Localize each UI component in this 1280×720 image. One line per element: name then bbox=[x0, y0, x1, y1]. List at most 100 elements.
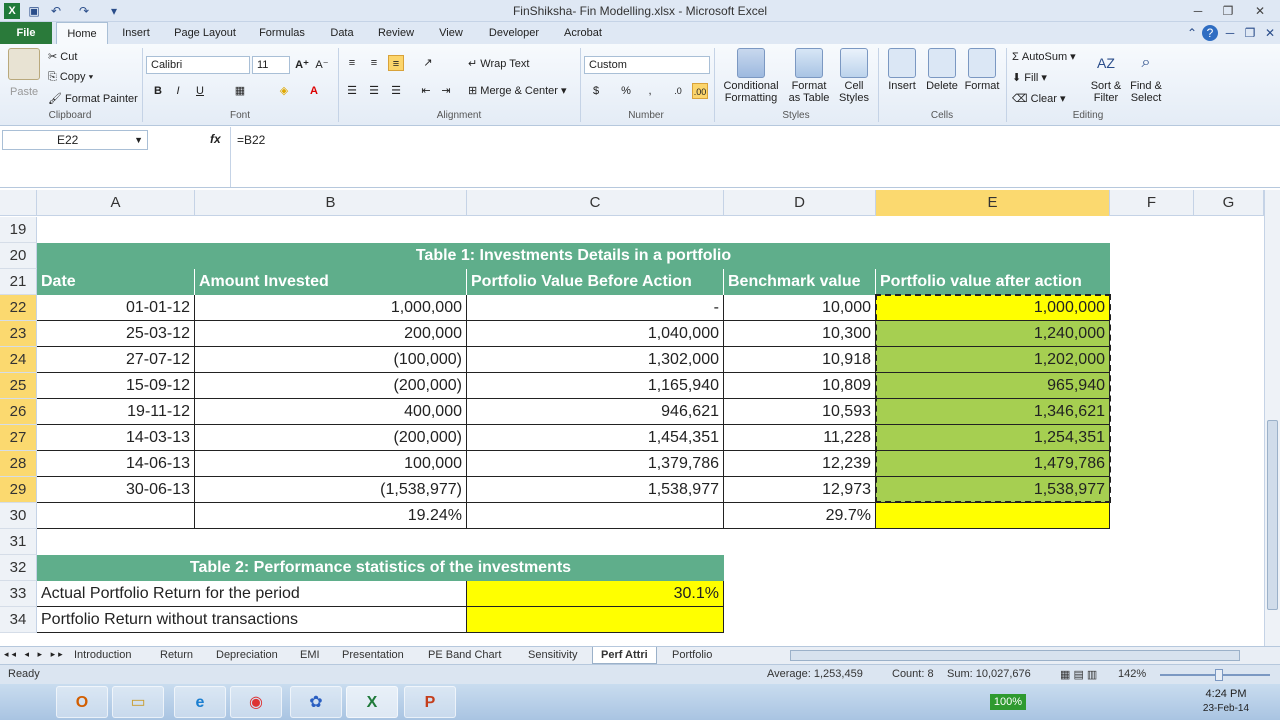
bold-icon[interactable]: B bbox=[150, 83, 166, 99]
table2-title[interactable]: Table 2: Performance statistics of the i… bbox=[37, 555, 724, 581]
table-cell[interactable]: 01-01-12 bbox=[37, 295, 195, 321]
tab-home[interactable]: Home bbox=[56, 22, 108, 44]
table-cell[interactable]: (1,538,977) bbox=[195, 477, 467, 503]
row-header[interactable]: 27 bbox=[0, 425, 37, 451]
table1-title[interactable]: Table 1: Investments Details in a portfo… bbox=[37, 243, 1110, 269]
table-cell[interactable]: 10,918 bbox=[724, 347, 876, 373]
column-header[interactable]: G bbox=[1194, 190, 1264, 216]
paste-button[interactable]: Paste bbox=[4, 48, 44, 98]
vertical-scrollbar[interactable] bbox=[1264, 190, 1280, 646]
percent-icon[interactable]: % bbox=[618, 83, 634, 99]
doc-restore-icon[interactable]: ❐ bbox=[1242, 25, 1258, 41]
fill-color-icon[interactable]: ◈ bbox=[276, 83, 292, 99]
underline-icon[interactable]: U bbox=[192, 83, 208, 99]
row-header[interactable]: 32 bbox=[0, 555, 37, 581]
ribbon-minimize-icon[interactable]: ⌃ bbox=[1184, 25, 1200, 41]
table-cell[interactable]: 200,000 bbox=[195, 321, 467, 347]
table-cell[interactable]: 1,538,977 bbox=[876, 477, 1110, 503]
table-cell[interactable]: (200,000) bbox=[195, 373, 467, 399]
select-all-corner[interactable] bbox=[0, 190, 37, 216]
doc-close-icon[interactable]: ✕ bbox=[1262, 25, 1278, 41]
row-header[interactable]: 23 bbox=[0, 321, 37, 347]
table-cell[interactable]: (200,000) bbox=[195, 425, 467, 451]
table-cell[interactable]: 1,379,786 bbox=[467, 451, 724, 477]
zoom-slider-thumb[interactable] bbox=[1215, 669, 1223, 681]
sheet-tab[interactable]: Introduction bbox=[66, 647, 139, 664]
table-cell[interactable]: 14-06-13 bbox=[37, 451, 195, 477]
tab-acrobat[interactable]: Acrobat bbox=[556, 22, 610, 44]
return-without-transactions-value[interactable] bbox=[467, 607, 724, 633]
minimize-icon[interactable]: ─ bbox=[1184, 2, 1212, 20]
column-header[interactable]: F bbox=[1110, 190, 1194, 216]
decrease-indent-icon[interactable]: ⇤ bbox=[418, 83, 434, 99]
table-cell[interactable]: 1,254,351 bbox=[876, 425, 1110, 451]
sheet-tab[interactable]: Sensitivity bbox=[520, 647, 586, 664]
actual-return-label[interactable]: Actual Portfolio Return for the period bbox=[37, 581, 467, 607]
align-center-icon[interactable]: ☰ bbox=[366, 83, 382, 99]
table-cell[interactable]: 1,346,621 bbox=[876, 399, 1110, 425]
font-color-icon[interactable]: A bbox=[306, 83, 322, 99]
merge-center-button[interactable]: ⊞ Merge & Center ▾ bbox=[468, 84, 567, 97]
return-without-transactions-label[interactable]: Portfolio Return without transactions bbox=[37, 607, 467, 633]
outlook-icon[interactable]: O bbox=[56, 686, 108, 718]
conditional-formatting-button[interactable]: Conditional Formatting bbox=[720, 48, 782, 104]
clock-date[interactable]: 23-Feb-14 bbox=[1196, 703, 1256, 714]
table-cell[interactable]: 1,165,940 bbox=[467, 373, 724, 399]
row-header[interactable]: 25 bbox=[0, 373, 37, 399]
align-right-icon[interactable]: ☰ bbox=[388, 83, 404, 99]
align-top-icon[interactable]: ≡ bbox=[344, 55, 360, 71]
sheet-tab[interactable]: Portfolio bbox=[664, 647, 720, 664]
delete-cells-button[interactable]: Delete bbox=[922, 48, 962, 92]
tab-page-layout[interactable]: Page Layout bbox=[166, 22, 244, 44]
cell-styles-button[interactable]: Cell Styles bbox=[836, 48, 872, 104]
align-left-icon[interactable]: ☰ bbox=[344, 83, 360, 99]
sheet-nav-icons[interactable]: ◂◂ ◂ ▸ ▸▸ bbox=[4, 649, 66, 660]
format-cells-button[interactable]: Format bbox=[962, 48, 1002, 92]
table-cell[interactable]: 400,000 bbox=[195, 399, 467, 425]
row-header[interactable]: 24 bbox=[0, 347, 37, 373]
row-header[interactable]: 31 bbox=[0, 529, 37, 555]
view-buttons[interactable]: ▦ ▤ ▥ bbox=[1060, 668, 1097, 681]
row-header[interactable]: 19 bbox=[0, 217, 37, 243]
sheet-tab[interactable]: Perf Attri bbox=[592, 647, 657, 664]
column-header[interactable]: C bbox=[467, 190, 724, 216]
horizontal-scrollbar[interactable] bbox=[790, 650, 1240, 661]
powerpoint-icon[interactable]: P bbox=[404, 686, 456, 718]
comma-icon[interactable]: , bbox=[642, 83, 658, 99]
actual-return-value[interactable]: 30.1% bbox=[467, 581, 724, 607]
insert-cells-button[interactable]: Insert bbox=[882, 48, 922, 92]
battery-indicator[interactable]: 100% bbox=[990, 694, 1026, 710]
column-header[interactable]: A bbox=[37, 190, 195, 216]
font-size-combo[interactable]: 11 bbox=[252, 56, 290, 74]
app-icon[interactable]: ✿ bbox=[290, 686, 342, 718]
find-select-button[interactable]: ⌕ Find & Select bbox=[1126, 48, 1166, 104]
format-painter-button[interactable]: 🖌 Format Painter bbox=[48, 92, 138, 105]
orientation-icon[interactable]: ↗ bbox=[420, 55, 436, 71]
sheet-tab[interactable]: EMI bbox=[292, 647, 328, 664]
column-header[interactable]: E bbox=[876, 190, 1110, 216]
sheet-tab[interactable]: Presentation bbox=[334, 647, 412, 664]
row-header[interactable]: 21 bbox=[0, 269, 37, 295]
folder-icon[interactable]: ▭ bbox=[112, 686, 164, 718]
shrink-font-icon[interactable]: A⁻ bbox=[314, 57, 330, 73]
currency-icon[interactable]: $ bbox=[588, 83, 604, 99]
font-name-combo[interactable]: Calibri bbox=[146, 56, 250, 74]
row-header[interactable]: 33 bbox=[0, 581, 37, 607]
row-header[interactable]: 20 bbox=[0, 243, 37, 269]
row-header[interactable]: 26 bbox=[0, 399, 37, 425]
align-bottom-icon[interactable]: ≡ bbox=[388, 55, 404, 71]
table-cell[interactable] bbox=[467, 503, 724, 529]
header-portfolio-value-after[interactable]: Portfolio value after action bbox=[876, 269, 1110, 295]
table-cell[interactable]: 965,940 bbox=[876, 373, 1110, 399]
table-cell[interactable] bbox=[37, 503, 195, 529]
increase-decimal-icon[interactable]: .0 bbox=[670, 83, 686, 99]
table-cell[interactable]: 19-11-12 bbox=[37, 399, 195, 425]
clock-time[interactable]: 4:24 PM bbox=[1196, 688, 1256, 700]
column-header[interactable]: B bbox=[195, 190, 467, 216]
cut-button[interactable]: ✂ Cut bbox=[48, 50, 77, 63]
sheet-tab[interactable]: Depreciation bbox=[208, 647, 286, 664]
row-header[interactable]: 22 bbox=[0, 295, 37, 321]
table-cell[interactable] bbox=[876, 503, 1110, 529]
table-cell[interactable]: 27-07-12 bbox=[37, 347, 195, 373]
table-cell[interactable]: 10,593 bbox=[724, 399, 876, 425]
